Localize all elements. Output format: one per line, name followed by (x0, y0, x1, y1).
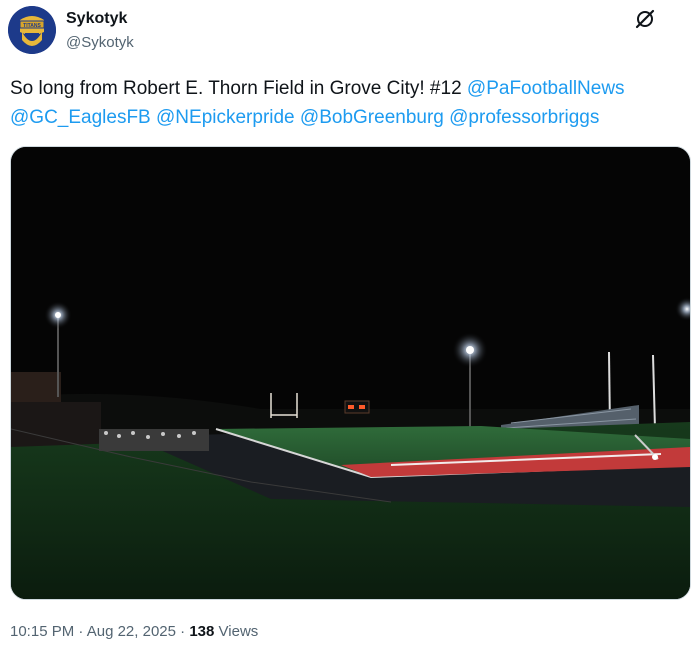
author-handle[interactable]: @Sykotyk (66, 34, 134, 51)
grok-icon[interactable] (634, 8, 656, 30)
meta-separator: · (78, 623, 84, 640)
mention-nepickerpride[interactable]: @NEpickerpride (156, 107, 295, 128)
tweet-time[interactable]: 10:15 PM (10, 623, 74, 640)
football-field-photo (11, 147, 690, 599)
avatar[interactable]: TITANS (8, 6, 56, 54)
tweet-text: So long from Robert E. Thorn Field in Gr… (10, 74, 690, 132)
tweet-date[interactable]: Aug 22, 2025 (87, 623, 176, 640)
mention-pafootballnews[interactable]: @PaFootballNews (467, 78, 625, 99)
tweet-photo[interactable] (10, 146, 691, 600)
tweet-meta: 10:15 PM · Aug 22, 2025 · 138 Views (10, 623, 258, 640)
tweet-body: So long from Robert E. Thorn Field in Gr… (10, 78, 462, 99)
mention-professorbriggs[interactable]: @professorbriggs (449, 107, 599, 128)
avatar-image: TITANS (8, 6, 56, 54)
author-name[interactable]: Sykotyk (66, 10, 127, 28)
mention-gc-eaglesfb[interactable]: @GC_EaglesFB (10, 107, 151, 128)
mention-bobgreenburg[interactable]: @BobGreenburg (300, 107, 444, 128)
meta-separator: · (180, 623, 186, 640)
views-label: Views (218, 623, 259, 640)
views-count: 138 (189, 623, 215, 640)
avatar-logo-text: TITANS (23, 23, 41, 29)
